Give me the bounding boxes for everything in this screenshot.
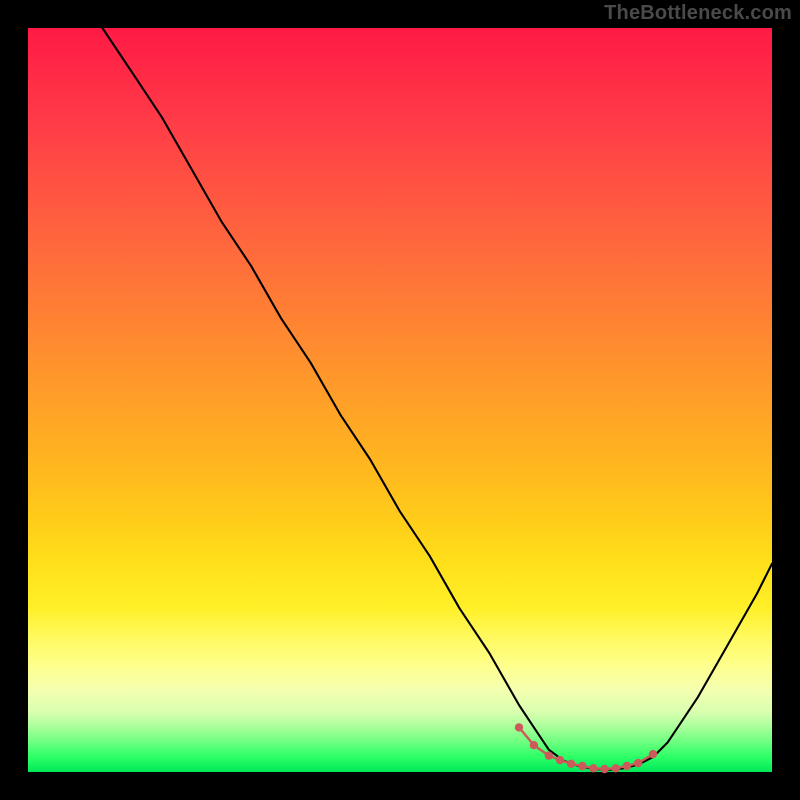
curve-svg [28,28,772,772]
optimal-marker [515,723,523,731]
optimal-marker [545,751,553,759]
optimal-marker [530,741,538,749]
attribution-text: TheBottleneck.com [604,2,792,25]
optimal-marker [623,762,631,770]
optimal-marker [649,750,657,758]
optimal-marker [556,756,564,764]
optimal-marker [589,764,597,772]
optimal-marker [567,760,575,768]
optimal-marker [600,765,608,773]
chart-frame: TheBottleneck.com [0,0,800,800]
plot-area [28,28,772,772]
optimal-marker [612,764,620,772]
bottleneck-curve [102,28,772,770]
optimal-marker [634,759,642,767]
optimal-marker [578,762,586,770]
